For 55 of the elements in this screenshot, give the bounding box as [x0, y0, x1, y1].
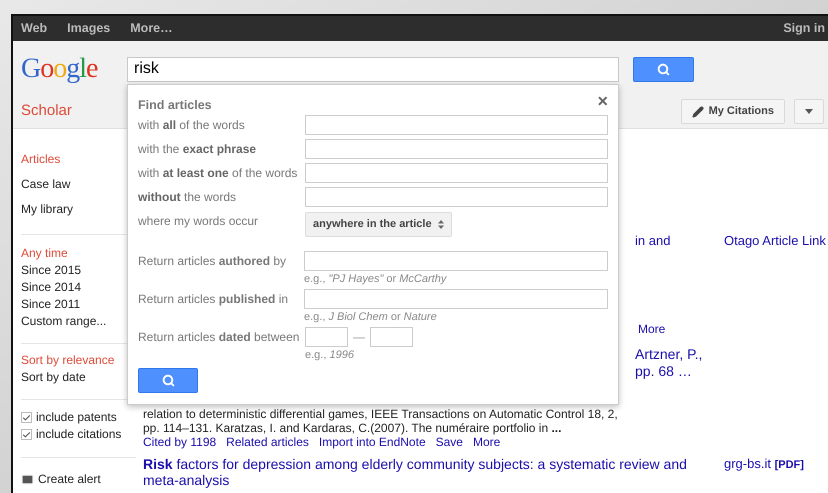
create-alert-link[interactable]: Create alert: [21, 471, 136, 488]
source-link[interactable]: Otago Article Link: [724, 232, 826, 250]
field-label: without the words: [138, 189, 238, 206]
checkbox[interactable]: [21, 412, 32, 423]
nav-link[interactable]: More…: [130, 19, 173, 38]
popup-title: Find articles: [138, 97, 212, 113]
result-link[interactable]: Cited by 1198: [143, 435, 216, 449]
checkbox-row[interactable]: include citations: [21, 426, 136, 443]
source-link[interactable]: grg-bs.it [PDF]: [724, 456, 804, 488]
hint-text: e.g., J Biol Chem or Nature: [304, 310, 438, 325]
field-label: where my words occur: [138, 213, 260, 230]
nav-link[interactable]: Images: [67, 19, 110, 38]
dropdown-button[interactable]: [794, 99, 824, 124]
input-field[interactable]: [304, 251, 608, 271]
logo[interactable]: Google: [21, 54, 127, 84]
year-field[interactable]: [305, 327, 348, 347]
checkbox-row[interactable]: include patents: [21, 409, 136, 426]
result-link[interactable]: Related articles: [226, 435, 309, 449]
result-title[interactable]: Risk factors for depression among elderly community subjects: a systematic review and meta-analysis: [143, 456, 724, 488]
my-citations-button[interactable]: My Citations: [680, 99, 785, 124]
result-link[interactable]: More: [638, 321, 666, 337]
result-title[interactable]: in and: [635, 232, 724, 250]
result-link[interactable]: Import into EndNote: [318, 435, 426, 449]
input-field[interactable]: [304, 187, 608, 207]
search-button[interactable]: [633, 56, 694, 82]
field-label: with the exact phrase: [138, 141, 258, 158]
field-label: Return articles dated between: [138, 329, 300, 346]
hint-text: e.g., 1996: [305, 348, 355, 363]
sort-arrows-icon: [438, 220, 444, 228]
input-field[interactable]: [304, 163, 608, 183]
result-snippet: relation to deterministic differential games, IEEE Transactions on Automatic Control 18, 2, pp. 114–131. Karatzas, I. and Kardaras, C.(2007). The numéraire portfolio in ...: [143, 407, 619, 435]
section-title: Scholar: [21, 101, 72, 122]
field-label: with at least one of the words: [138, 165, 298, 182]
search-button[interactable]: [138, 368, 198, 393]
result-link[interactable]: Save: [436, 435, 463, 449]
sign-in-link[interactable]: Sign in: [783, 19, 825, 38]
search-field[interactable]: risk: [127, 56, 619, 82]
close-button[interactable]: ×: [597, 89, 608, 113]
caret-icon: [805, 109, 813, 114]
year-field[interactable]: [370, 327, 413, 347]
checkbox[interactable]: [21, 429, 32, 440]
search-icon: [657, 62, 670, 76]
result-link[interactable]: More: [472, 435, 500, 449]
nav-link[interactable]: Web: [21, 19, 48, 38]
field-label: with all of the words: [138, 117, 246, 134]
field-label: Return articles authored by: [138, 253, 288, 270]
pencil-icon: [692, 106, 704, 118]
field-label: Return articles published in: [138, 291, 290, 308]
range-dash: —: [353, 329, 365, 346]
hint-text: e.g., "PJ Hayes" or McCarthy: [304, 272, 448, 287]
search-icon: [162, 374, 174, 387]
input-field[interactable]: [304, 139, 608, 159]
input-field[interactable]: [304, 115, 608, 135]
select-field[interactable]: anywhere in the article: [305, 212, 452, 236]
input-field[interactable]: [304, 289, 608, 309]
